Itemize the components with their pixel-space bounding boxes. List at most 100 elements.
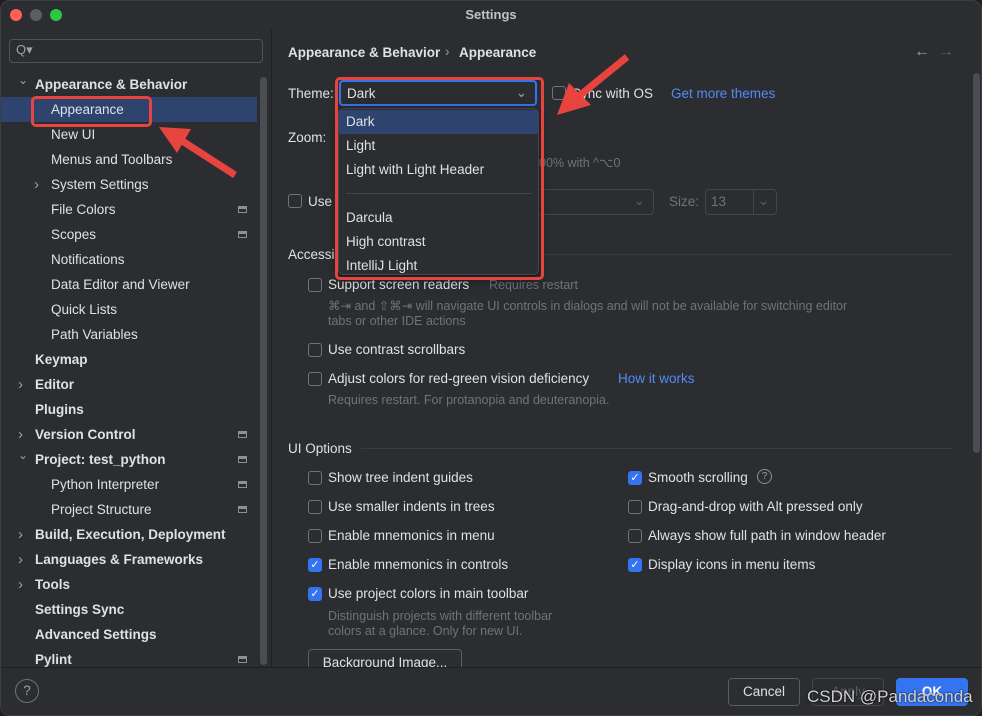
red-green-label: Adjust colors for red-green vision defic… bbox=[328, 371, 590, 386]
screen-readers-checkbox[interactable] bbox=[308, 278, 322, 292]
sidebar-item-label: Notifications bbox=[51, 252, 125, 267]
annotation-arrow-theme bbox=[557, 54, 630, 115]
chevron-right-icon[interactable]: › bbox=[18, 572, 23, 597]
minimize-window-button[interactable] bbox=[30, 9, 42, 21]
sidebar-item[interactable]: Python Interpreter bbox=[1, 472, 257, 497]
ui-option-label: Enable mnemonics in menu bbox=[328, 528, 495, 543]
sidebar-item-label: System Settings bbox=[51, 177, 149, 192]
project-level-icon bbox=[238, 456, 247, 463]
project-level-icon bbox=[238, 656, 247, 663]
breadcrumb-current: Appearance bbox=[459, 45, 537, 60]
sidebar-item[interactable]: ⌄ Appearance & Behavior bbox=[1, 72, 257, 97]
ui-option-label: Drag-and-drop with Alt pressed only bbox=[648, 499, 863, 514]
sidebar-item[interactable]: ⌄ Project: test_python bbox=[1, 447, 257, 472]
breadcrumb-separator: › bbox=[445, 44, 450, 59]
project-level-icon bbox=[238, 206, 247, 213]
sidebar-item[interactable]: › Build, Execution, Deployment bbox=[1, 522, 257, 547]
help-button[interactable]: ? bbox=[15, 679, 39, 703]
project-colors-desc: Distinguish projects with different tool… bbox=[328, 609, 553, 623]
sidebar-item-label: Project Structure bbox=[51, 502, 152, 517]
screen-readers-desc: ⌘⇥ and ⇧⌘⇥ will navigate UI controls in … bbox=[328, 299, 848, 313]
ui-option-checkbox[interactable] bbox=[308, 500, 322, 514]
annotation-highlight-theme bbox=[335, 77, 544, 280]
project-level-icon bbox=[238, 431, 247, 438]
back-arrow-icon[interactable]: ← bbox=[914, 43, 930, 61]
watermark: CSDN @Pandaconda bbox=[807, 687, 973, 706]
chevron-down-icon[interactable]: ⌄ bbox=[18, 443, 28, 468]
contrast-scrollbars-checkbox[interactable] bbox=[308, 343, 322, 357]
ui-option-checkbox[interactable]: ✓ bbox=[628, 558, 642, 572]
ui-option-checkbox[interactable] bbox=[308, 529, 322, 543]
annotation-arrow-sidebar bbox=[159, 127, 237, 178]
sidebar-item-label: Scopes bbox=[51, 227, 97, 242]
sidebar-item-label: Path Variables bbox=[51, 327, 138, 342]
sidebar-item-label: Advanced Settings bbox=[35, 627, 157, 642]
ui-option-checkbox[interactable]: ✓ bbox=[308, 558, 322, 572]
cancel-button[interactable]: Cancel bbox=[728, 678, 800, 706]
size-label: Size: bbox=[669, 194, 700, 209]
ui-option-checkbox[interactable] bbox=[628, 529, 642, 543]
sidebar-item-label: Build, Execution, Deployment bbox=[35, 527, 226, 542]
sidebar-item-label: File Colors bbox=[51, 202, 116, 217]
maximize-window-button[interactable] bbox=[50, 9, 62, 21]
ui-option-label: Display icons in menu items bbox=[648, 557, 816, 572]
forward-arrow-icon[interactable]: → bbox=[938, 43, 954, 61]
ui-option-checkbox[interactable]: ✓ bbox=[308, 587, 322, 601]
sidebar-item[interactable]: Path Variables bbox=[1, 322, 257, 347]
sidebar-item[interactable]: Advanced Settings bbox=[1, 622, 257, 647]
ui-option-label: Always show full path in window header bbox=[648, 528, 886, 543]
chevron-right-icon[interactable]: › bbox=[18, 547, 23, 572]
sidebar-item[interactable]: File Colors bbox=[1, 197, 257, 222]
ui-option-checkbox[interactable]: ✓ bbox=[628, 471, 642, 485]
how-it-works-link[interactable]: How it works bbox=[618, 371, 695, 386]
sidebar-item[interactable]: Keymap bbox=[1, 347, 257, 372]
chevron-right-icon[interactable]: › bbox=[18, 522, 23, 547]
breadcrumb-parent[interactable]: Appearance & Behavior bbox=[288, 45, 440, 60]
zoom-hint: 00% with ^⌥0 bbox=[539, 156, 621, 170]
ui-option-checkbox[interactable] bbox=[628, 500, 642, 514]
zoom-label: Zoom: bbox=[288, 130, 327, 145]
ui-option-checkbox[interactable] bbox=[308, 471, 322, 485]
use-custom-font-checkbox[interactable] bbox=[288, 194, 302, 208]
sidebar-item[interactable]: Notifications bbox=[1, 247, 257, 272]
sidebar-item-label: Settings Sync bbox=[35, 602, 125, 617]
sidebar-item[interactable]: Project Structure bbox=[1, 497, 257, 522]
annotation-highlight-appearance bbox=[31, 96, 152, 127]
chevron-right-icon[interactable]: › bbox=[34, 172, 39, 197]
font-size-value: 13 bbox=[711, 194, 727, 209]
project-level-icon bbox=[238, 506, 247, 513]
sidebar-item-label: Plugins bbox=[35, 402, 84, 417]
settings-search-input[interactable]: Q▾ bbox=[9, 39, 263, 63]
project-colors-desc-2: colors at a glance. Only for new UI. bbox=[328, 624, 523, 638]
sidebar-item[interactable]: › Version Control bbox=[1, 422, 257, 447]
chevron-right-icon[interactable]: › bbox=[18, 372, 23, 397]
chevron-down-icon: ⌄ bbox=[633, 193, 645, 208]
sidebar-item[interactable]: › Editor bbox=[1, 372, 257, 397]
main-scrollbar[interactable] bbox=[973, 73, 980, 453]
sidebar-item[interactable]: Plugins bbox=[1, 397, 257, 422]
sidebar-item[interactable]: Quick Lists bbox=[1, 297, 257, 322]
sidebar-item[interactable]: Settings Sync bbox=[1, 597, 257, 622]
sidebar-item[interactable]: › Languages & Frameworks bbox=[1, 547, 257, 572]
close-window-button[interactable] bbox=[10, 9, 22, 21]
sidebar-item[interactable]: Scopes bbox=[1, 222, 257, 247]
sidebar-item-label: Editor bbox=[35, 377, 74, 392]
red-green-checkbox[interactable] bbox=[308, 372, 322, 386]
sidebar-item-label: Quick Lists bbox=[51, 302, 118, 317]
get-more-themes-link[interactable]: Get more themes bbox=[671, 86, 775, 101]
window-title: Settings bbox=[465, 7, 517, 22]
help-circle-icon[interactable]: ? bbox=[757, 469, 772, 484]
contrast-scrollbars-label: Use contrast scrollbars bbox=[328, 342, 466, 357]
sidebar-item[interactable]: › Tools bbox=[1, 572, 257, 597]
ui-options-heading: UI Options bbox=[288, 441, 352, 456]
ui-option-label: Use smaller indents in trees bbox=[328, 499, 495, 514]
project-level-icon bbox=[238, 481, 247, 488]
sidebar-item-label: Languages & Frameworks bbox=[35, 552, 204, 567]
search-icon: Q▾ bbox=[16, 42, 33, 57]
sidebar-item-label: Project: test_python bbox=[35, 452, 166, 467]
sidebar-scrollbar[interactable] bbox=[260, 77, 267, 665]
font-size-combo[interactable]: 13 ⌄ bbox=[705, 189, 777, 215]
screen-readers-desc-2: tabs or other IDE actions bbox=[328, 314, 466, 328]
sidebar-item[interactable]: Data Editor and Viewer bbox=[1, 272, 257, 297]
chevron-down-icon[interactable]: ⌄ bbox=[18, 68, 28, 93]
